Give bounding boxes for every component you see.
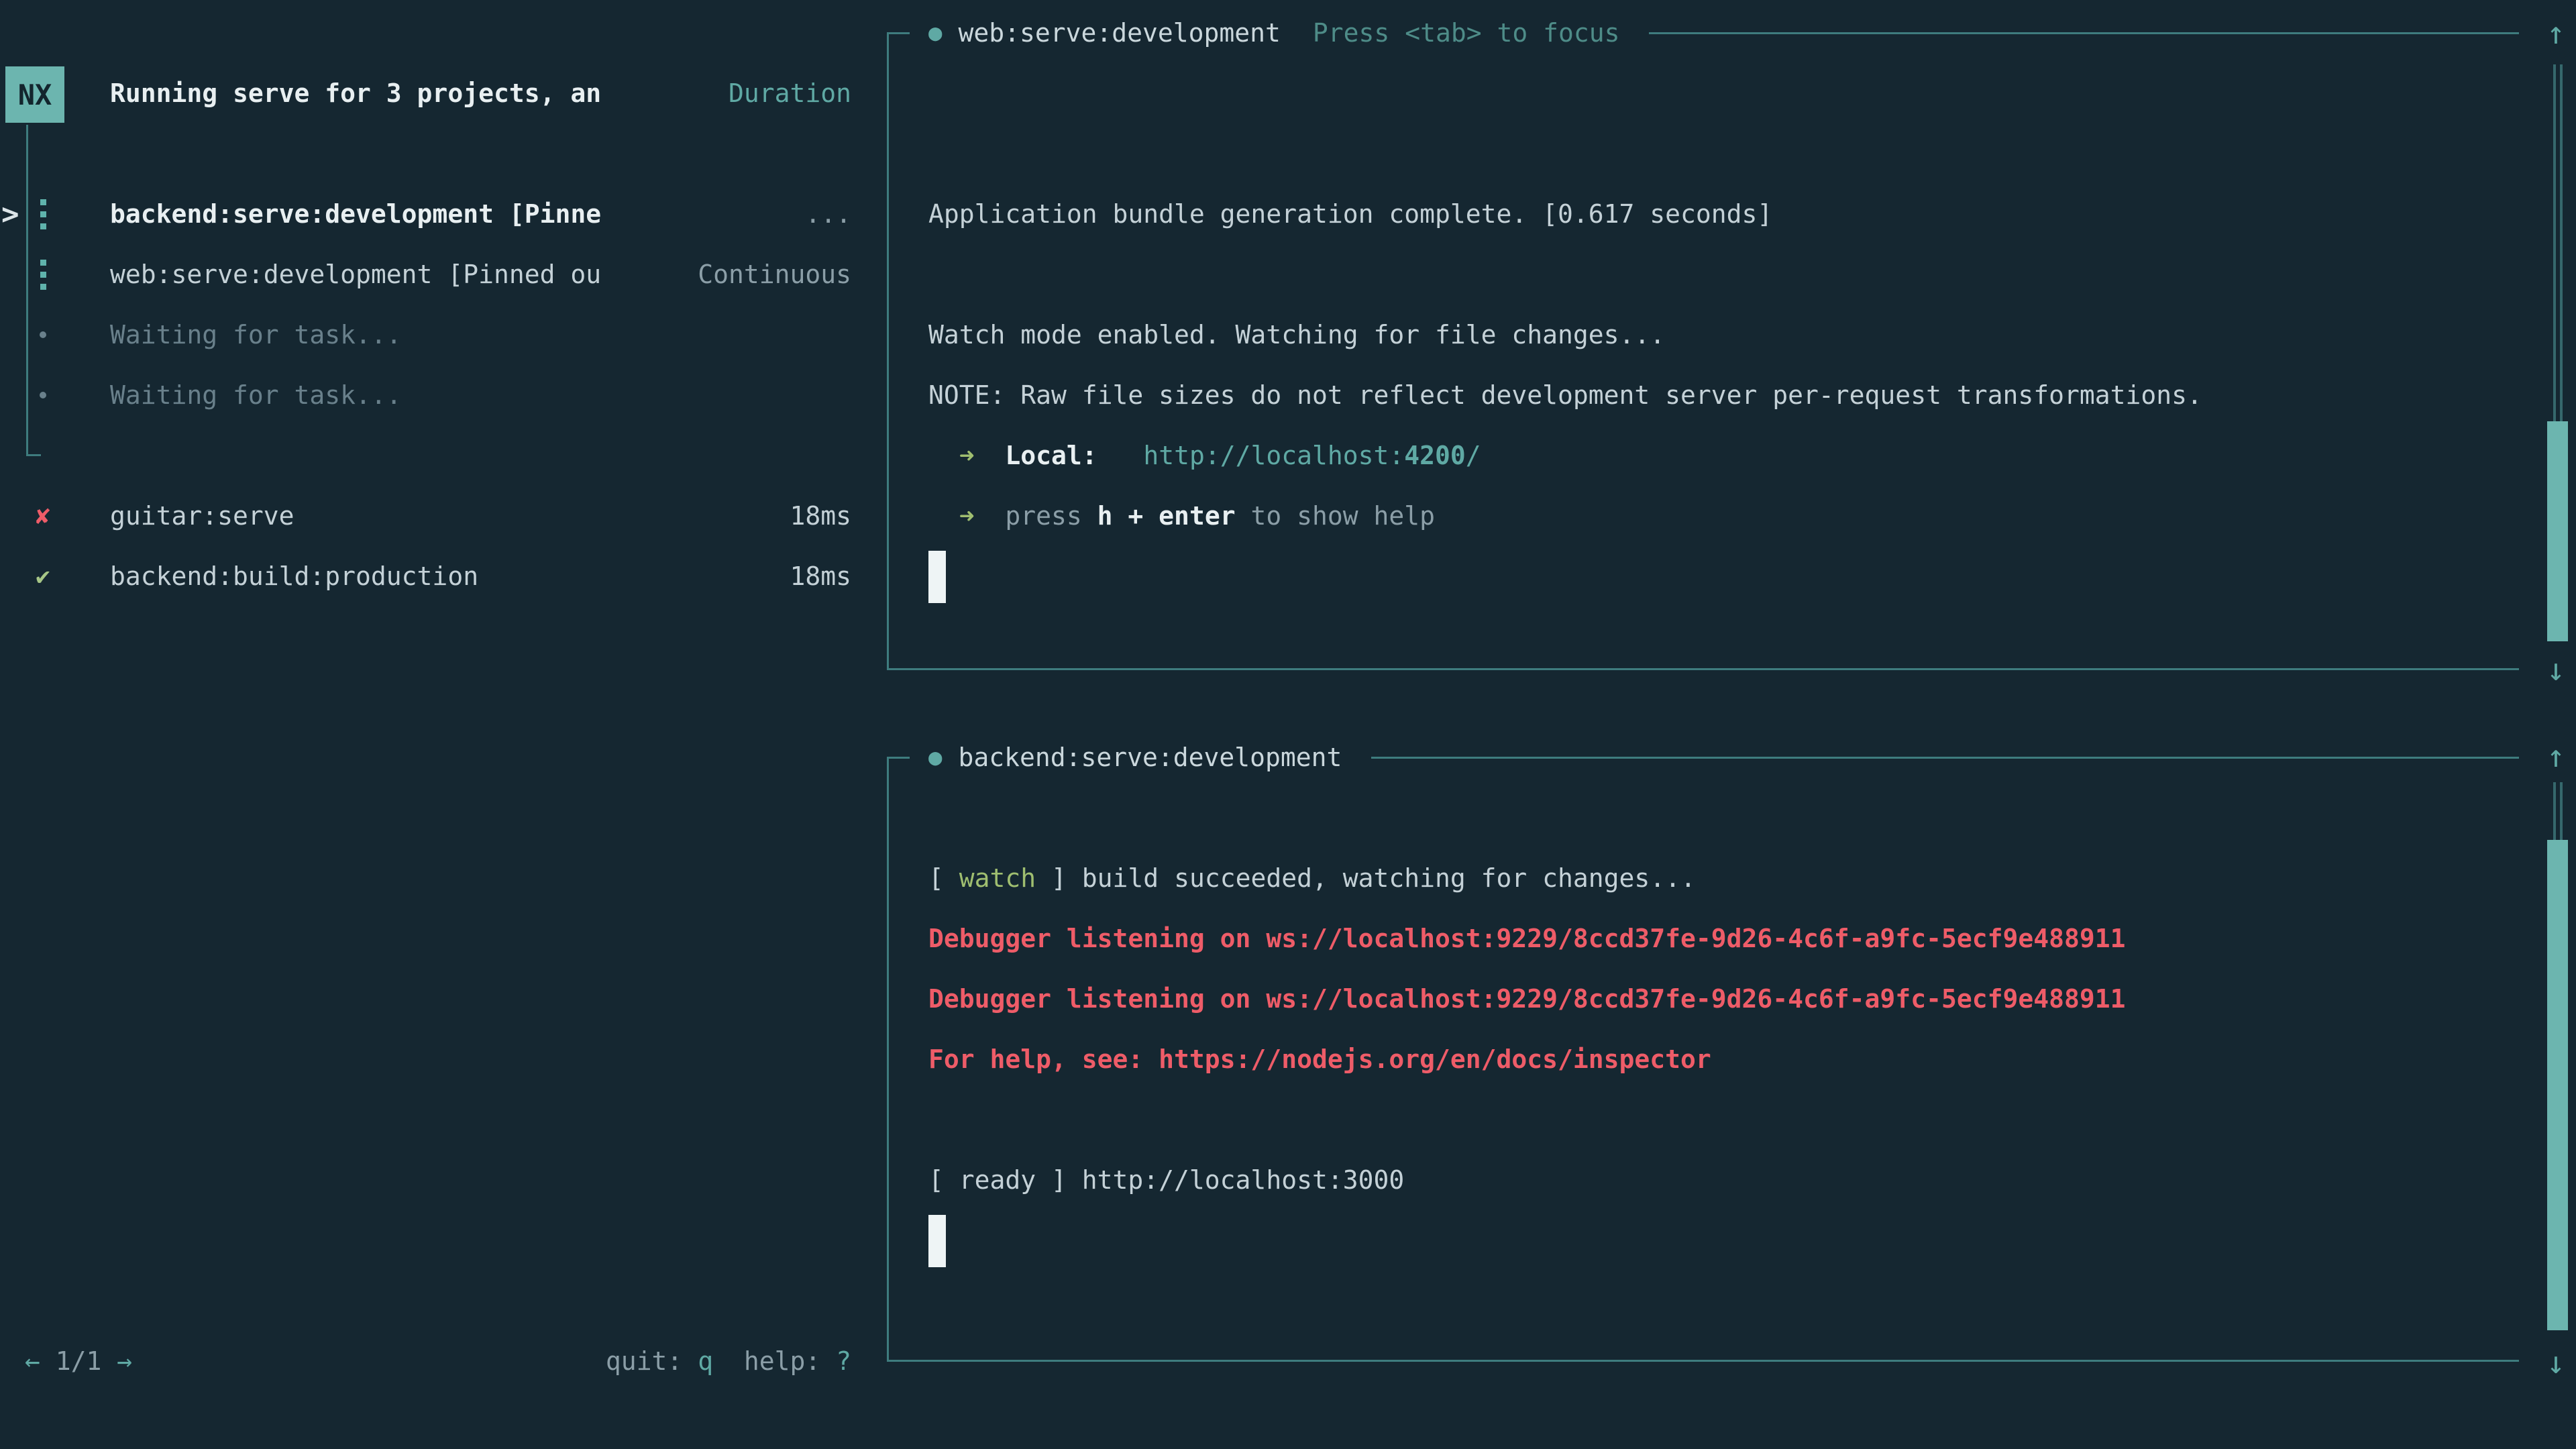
task-name: backend:serve:development [Pinne — [110, 184, 601, 244]
task-name: backend:build:production — [110, 546, 478, 606]
panel-border-stub — [887, 32, 910, 34]
log-line: ➜ press h + enter to show help — [928, 486, 1435, 546]
log-line: Watch mode enabled. Watching for file ch… — [928, 305, 1665, 365]
quit-key: q — [698, 1346, 713, 1376]
panel-border-left — [887, 32, 889, 670]
task-name: guitar:serve — [110, 486, 294, 546]
panel-status-dot-icon: ● — [928, 744, 942, 771]
panel-focus-hint: Press <tab> to focus — [1313, 18, 1620, 48]
panel-title: web:serve:development — [958, 18, 1280, 48]
waiting-dot-icon — [30, 305, 56, 365]
panel-title: backend:serve:development — [958, 743, 1342, 772]
scroll-down-icon[interactable]: ↓ — [2534, 1332, 2576, 1393]
log-line-ready-url[interactable]: [ ready ] http://localhost:3000 — [928, 1150, 1404, 1210]
scroll-up-icon[interactable]: ↑ — [2534, 726, 2576, 786]
task-row-backend-build[interactable]: ✔ backend:build:production 18ms — [0, 546, 872, 606]
keyboard-hints: quit: q help: ? — [606, 1331, 851, 1391]
task-status-text: Continuous — [698, 244, 851, 305]
running-spinner-icon — [30, 184, 56, 244]
help-key: ? — [836, 1346, 851, 1376]
scroll-up-icon[interactable]: ↑ — [2534, 3, 2576, 63]
success-check-icon: ✔ — [30, 546, 56, 606]
log-line: Application bundle generation complete. … — [928, 184, 1772, 244]
log-line-debugger: Debugger listening on ws://localhost:922… — [928, 908, 2125, 969]
help-hint-label: help: — [713, 1346, 836, 1376]
terminal-cursor — [928, 1215, 946, 1267]
task-row-waiting-2[interactable]: Waiting for task... — [0, 365, 872, 425]
failed-cross-icon: ✘ — [30, 486, 56, 546]
task-row-web-serve[interactable]: web:serve:development [Pinned ou Continu… — [0, 244, 872, 305]
task-status-text: ... — [805, 184, 851, 244]
panel-header: ● backend:serve:development — [887, 727, 2519, 788]
panel-border-bottom — [887, 1360, 2519, 1362]
panel-header: ● web:serve:development Press <tab> to f… — [887, 3, 2519, 63]
task-list-header: Running serve for 3 projects, an Duratio… — [0, 63, 872, 123]
task-duration: 18ms — [790, 546, 851, 606]
panel-border-bottom — [887, 668, 2519, 670]
running-spinner-icon — [30, 244, 56, 305]
task-row-guitar-serve[interactable]: ✘ guitar:serve 18ms — [0, 486, 872, 546]
duration-column-header: Duration — [729, 63, 851, 123]
log-line-debugger: Debugger listening on ws://localhost:922… — [928, 969, 2125, 1029]
page-indicator: 1/1 — [40, 1346, 117, 1376]
page-title: Running serve for 3 projects, an — [110, 63, 601, 123]
panel-border-left — [887, 757, 889, 1362]
scrollbar-track[interactable] — [2553, 782, 2563, 840]
nx-tui-screen: NX Running serve for 3 projects, an Dura… — [0, 0, 2576, 1449]
task-duration: 18ms — [790, 486, 851, 546]
status-bar: ← 1/1 → quit: q help: ? — [0, 1331, 872, 1391]
task-name: web:serve:development [Pinned ou — [110, 244, 601, 305]
page-prev-icon[interactable]: ← — [25, 1346, 40, 1376]
scroll-down-icon[interactable]: ↓ — [2534, 639, 2576, 700]
task-name: Waiting for task... — [110, 365, 402, 425]
page-next-icon[interactable]: → — [117, 1346, 132, 1376]
task-group-bracket-foot — [26, 454, 41, 456]
log-line-local-url[interactable]: ➜ Local: http://localhost:4200/ — [928, 425, 1481, 486]
terminal-cursor — [928, 551, 946, 603]
quit-hint-label: quit: — [606, 1346, 698, 1376]
panel-status-dot-icon: ● — [928, 19, 942, 46]
task-name: Waiting for task... — [110, 305, 402, 365]
log-line-help-url: For help, see: https://nodejs.org/en/doc… — [928, 1029, 1711, 1089]
task-row-waiting-1[interactable]: Waiting for task... — [0, 305, 872, 365]
panel-border-top — [1649, 32, 2519, 34]
waiting-dot-icon — [30, 365, 56, 425]
pagination: ← 1/1 → — [25, 1331, 132, 1391]
scrollbar-thumb[interactable] — [2547, 421, 2568, 641]
scrollbar-track[interactable] — [2553, 64, 2563, 421]
panel-border-top — [1371, 757, 2519, 759]
panel-border-stub — [887, 757, 910, 759]
log-line: [ watch ] build succeeded, watching for … — [928, 848, 1696, 908]
scrollbar-thumb[interactable] — [2547, 840, 2568, 1330]
log-line: NOTE: Raw file sizes do not reflect deve… — [928, 365, 2202, 425]
task-row-backend-serve[interactable]: backend:serve:development [Pinne ... — [0, 184, 872, 244]
